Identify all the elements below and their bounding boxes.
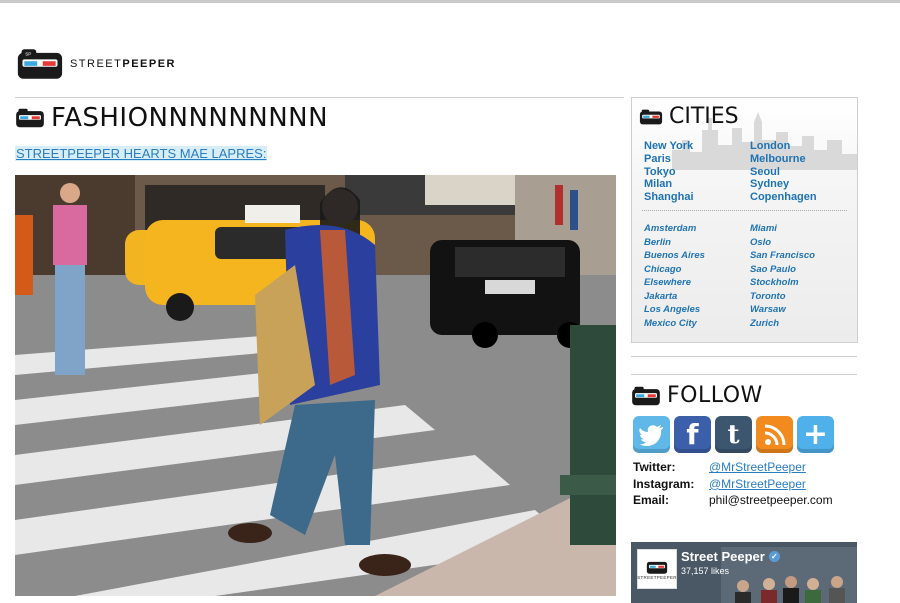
viewmaster-icon [632,386,660,405]
twitter-icon[interactable] [633,416,670,453]
cities-widget: CITIES New York London Paris Melbourne T… [631,97,858,343]
city-link[interactable]: San Francisco [750,249,854,263]
main-top-divider [15,97,624,98]
viewmaster-icon [646,561,668,574]
city-link[interactable]: Seoul [750,166,854,179]
social-icons: f t + [633,416,834,453]
follow-title: FOLLOW [667,383,763,408]
city-link[interactable]: Tokyo [644,166,750,179]
thumb-text: STREETPEEPER [637,574,677,580]
facebook-icon[interactable]: f [674,416,711,453]
city-link[interactable]: Sao Paulo [750,263,854,277]
city-link[interactable]: Paris [644,153,750,166]
email-label: Email: [633,493,670,508]
city-link[interactable]: Amsterdam [644,222,750,236]
facebook-page-name[interactable]: Street Peeper ✓ [681,549,780,564]
contact-info: Twitter: @MrStreetPeeper Instagram: @MrS… [633,459,833,509]
city-link[interactable]: Berlin [644,236,750,250]
plus-icon[interactable]: + [797,416,834,453]
email-row: Email: phil@streetpeeper.com [633,492,833,509]
cities-divider [642,210,847,211]
post-title-link[interactable]: STREETPEEPER HEARTS MAE LAPRES: [15,146,268,161]
city-link[interactable]: Jakarta [644,290,750,304]
viewmaster-icon [16,108,44,128]
city-link[interactable]: Chicago [644,263,750,277]
section-title: FASHIONNNNNNNNN [51,103,329,133]
instagram-row: Instagram: @MrStreetPeeper [633,476,833,493]
tumblr-icon[interactable]: t [715,416,752,453]
facebook-page-widget[interactable]: STREETPEEPER Street Peeper ✓ 37,157 like… [631,542,857,603]
brand-name: STREETPEEPER [69,58,176,70]
browser-top-border [0,0,900,3]
instagram-label: Instagram: [633,476,695,491]
verified-check-icon: ✓ [768,551,780,562]
twitter-row: Twitter: @MrStreetPeeper [633,459,833,476]
viewmaster-logo-icon: SP [17,49,63,79]
viewmaster-icon [639,109,663,124]
twitter-label: Twitter: [633,460,676,475]
city-link[interactable]: Sydney [750,178,854,191]
city-link[interactable]: Melbourne [750,153,854,166]
city-link[interactable]: Shanghai [644,191,750,204]
city-link[interactable]: Warsaw [750,303,854,317]
city-link[interactable]: New York [644,140,750,153]
city-link[interactable]: Toronto [750,290,854,304]
city-link[interactable]: Elsewhere [644,276,750,290]
facebook-likes-count: 37,157 likes [681,566,730,576]
svg-text:SP: SP [25,52,31,57]
email-value: phil@streetpeeper.com [709,493,833,508]
site-logo[interactable]: SP STREETPEEPER [16,44,176,84]
cities-header: CITIES [639,104,739,129]
city-link[interactable]: Milan [644,178,750,191]
city-link[interactable]: Mexico City [644,317,750,331]
city-link[interactable]: Copenhagen [750,191,854,204]
city-link[interactable]: Stockholm [750,276,854,290]
street-scene-illustration [15,175,616,596]
sidebar-divider [631,374,857,375]
city-link[interactable]: Los Angeles [644,303,750,317]
sidebar-divider [631,356,857,357]
city-link[interactable]: Buenos Aires [644,249,750,263]
street-style-photo[interactable] [15,175,616,596]
fashion-section-header: FASHIONNNNNNNNN [15,103,328,133]
city-link[interactable]: Oslo [750,236,854,250]
city-link[interactable]: Zurich [750,317,854,331]
rss-icon[interactable] [756,416,793,453]
major-cities-list: New York London Paris Melbourne Tokyo Se… [644,140,854,204]
instagram-handle-link[interactable]: @MrStreetPeeper [709,477,806,491]
twitter-handle-link[interactable]: @MrStreetPeeper [709,460,806,474]
city-link[interactable]: London [750,140,854,153]
cities-title: CITIES [669,104,739,129]
follow-header: FOLLOW [631,383,763,408]
city-link[interactable]: Miami [750,222,854,236]
minor-cities-list: Amsterdam Miami Berlin Oslo Buenos Aires… [644,222,854,330]
facebook-page-thumbnail[interactable]: STREETPEEPER [637,549,677,589]
